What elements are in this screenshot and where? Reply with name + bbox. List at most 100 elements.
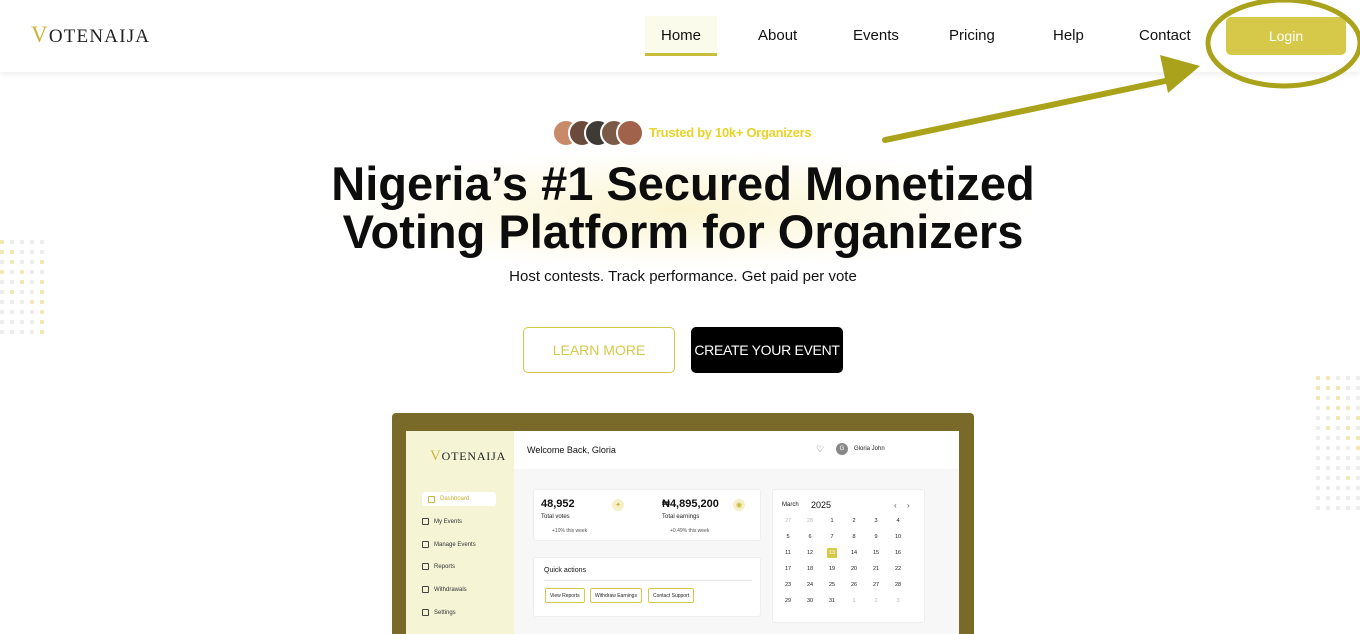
top-navbar: VOTENAIJA Home About Events Pricing Help… [0,0,1360,72]
sidebar-item-my-events: My Events [422,518,462,525]
wallet-icon: ◉ [733,499,745,511]
total-votes-change: +10% this week [552,528,588,534]
dashboard-logo-text: OTENAIJA [441,449,507,463]
calendar-day: 3 [896,598,900,604]
sidebar-item-manage-events: Manage Events [422,541,476,548]
quick-actions-title: Quick actions [544,567,587,574]
manage-icon [422,541,429,548]
calendar-day: 11 [785,550,791,556]
brand-logo[interactable]: VOTENAIJA [31,22,150,48]
calendar-day: 1 [830,518,834,524]
calendar-day: 10 [894,534,902,540]
calendar-day: 19 [828,566,836,572]
nav-home[interactable]: Home [645,16,717,56]
settings-icon [422,609,429,616]
calendar-prev-icon: ‹ [894,501,897,510]
calendar-day: 29 [784,598,792,604]
sidebar-label: Settings [434,609,456,616]
calendar-day: 25 [828,582,836,588]
logo-v: V [31,22,49,47]
calendar-day: 30 [806,598,814,604]
dashboard-logo: VOTENAIJA [430,448,506,465]
welcome-text: Welcome Back, Gloria [527,445,616,455]
calendar-day: 27 [872,582,880,588]
calendar-day: 1 [852,598,856,604]
calendar-day: 16 [894,550,902,556]
calendar-month: March [782,502,799,508]
headline-line-1: Nigeria’s #1 Secured Monetized [331,157,1035,210]
withdrawals-icon [422,586,429,593]
calendar-day: 4 [896,518,900,524]
user-avatar: G [836,443,848,455]
dashboard-sidebar: VOTENAIJA Dashboard My Events Manage Eve… [406,431,514,634]
nav-events[interactable]: Events [853,27,899,44]
sparkle-icon: ✦ [612,499,624,511]
contact-support-button: Contact Support [648,588,695,603]
calendar-day: 24 [806,582,814,588]
calendar-day: 17 [784,566,792,572]
calendar-day: 15 [872,550,880,556]
bell-icon: ♡ [816,444,825,454]
events-icon [422,518,429,525]
dot-pattern-right [1316,376,1360,510]
nav-home-label: Home [661,27,702,44]
quick-actions-card: Quick actions View Reports Withdraw Earn… [533,557,761,617]
total-earnings-label: Total earnings [662,514,700,520]
learn-more-button[interactable]: LEARN MORE [523,327,675,373]
total-earnings-value: ₦4,895,200 [662,498,719,510]
dashboard-logo-v: V [430,448,442,464]
calendar-day: 20 [850,566,858,572]
hero-headline: Nigeria’s #1 Secured Monetized Voting Pl… [0,160,1360,256]
dashboard-icon [428,495,435,503]
calendar-day: 3 [874,518,878,524]
sidebar-label: Manage Events [434,541,476,548]
total-votes-label: Total votes [541,514,570,520]
sidebar-label: Dashboard [440,496,470,502]
calendar-day: 14 [850,550,858,556]
sidebar-label: Withdrawals [434,586,467,593]
nav-about[interactable]: About [758,27,797,44]
user-name: Gloria John [854,446,885,452]
annotation-arrow-shaft [882,77,1173,143]
calendar-day: 6 [808,534,812,540]
sidebar-item-dashboard: Dashboard [422,492,496,506]
divider [544,580,752,581]
dashboard-preview-screen: VOTENAIJA Dashboard My Events Manage Eve… [406,431,959,634]
dashboard-topbar: Welcome Back, Gloria ♡ G Gloria John [514,431,959,469]
create-event-button[interactable]: CREATE YOUR EVENT [691,327,843,373]
view-reports-button: View Reports [545,588,585,603]
calendar-day: 5 [786,534,790,540]
calendar-day: 27 [784,518,792,524]
nav-contact[interactable]: Contact [1139,27,1191,44]
login-button[interactable]: Login [1226,17,1346,55]
logo-text: OTENAIJA [48,26,151,47]
calendar-year: 2025 [811,500,832,510]
calendar-day: 13 [827,548,837,558]
calendar-day: 2 [852,518,856,524]
calendar-day: 7 [830,534,834,540]
sidebar-label: My Events [434,518,463,525]
withdraw-earnings-button: Withdraw Earnings [590,588,642,603]
hero-subheadline: Host contests. Track performance. Get pa… [509,268,857,285]
reports-icon [422,563,429,570]
calendar-day: 2 [874,598,878,604]
calendar-day: 18 [806,566,814,572]
nav-help[interactable]: Help [1053,27,1084,44]
calendar-grid: 27 28 1 2 3 4 5 6 7 8 9 10 11 12 13 14 15 16 17 18 19 20 21 22 2… [777,516,909,606]
calendar-day: 28 [894,582,902,588]
headline-line-2: Voting Platform for Organizers [342,205,1024,258]
calendar-day: 31 [828,598,836,604]
total-votes-value: 48,952 [541,498,575,510]
calendar-next-icon: › [907,501,910,510]
stats-card: 48,952 Total votes +10% this week ✦ ₦4,8… [533,489,761,541]
sidebar-item-settings: Settings [422,609,456,616]
calendar-card: March 2025 ‹ › 27 28 1 2 3 4 5 6 7 8 9 10 11 12 13 14 15… [772,489,925,623]
sidebar-label: Reports [434,563,456,570]
calendar-day: 8 [852,534,856,540]
avatar [616,119,644,147]
calendar-day: 28 [806,518,814,524]
sidebar-item-reports: Reports [422,563,455,570]
trusted-badge-text: Trusted by 10k+ Organizers [649,125,812,140]
total-earnings-change: +0.49% this week [670,528,710,534]
nav-pricing[interactable]: Pricing [949,27,995,44]
